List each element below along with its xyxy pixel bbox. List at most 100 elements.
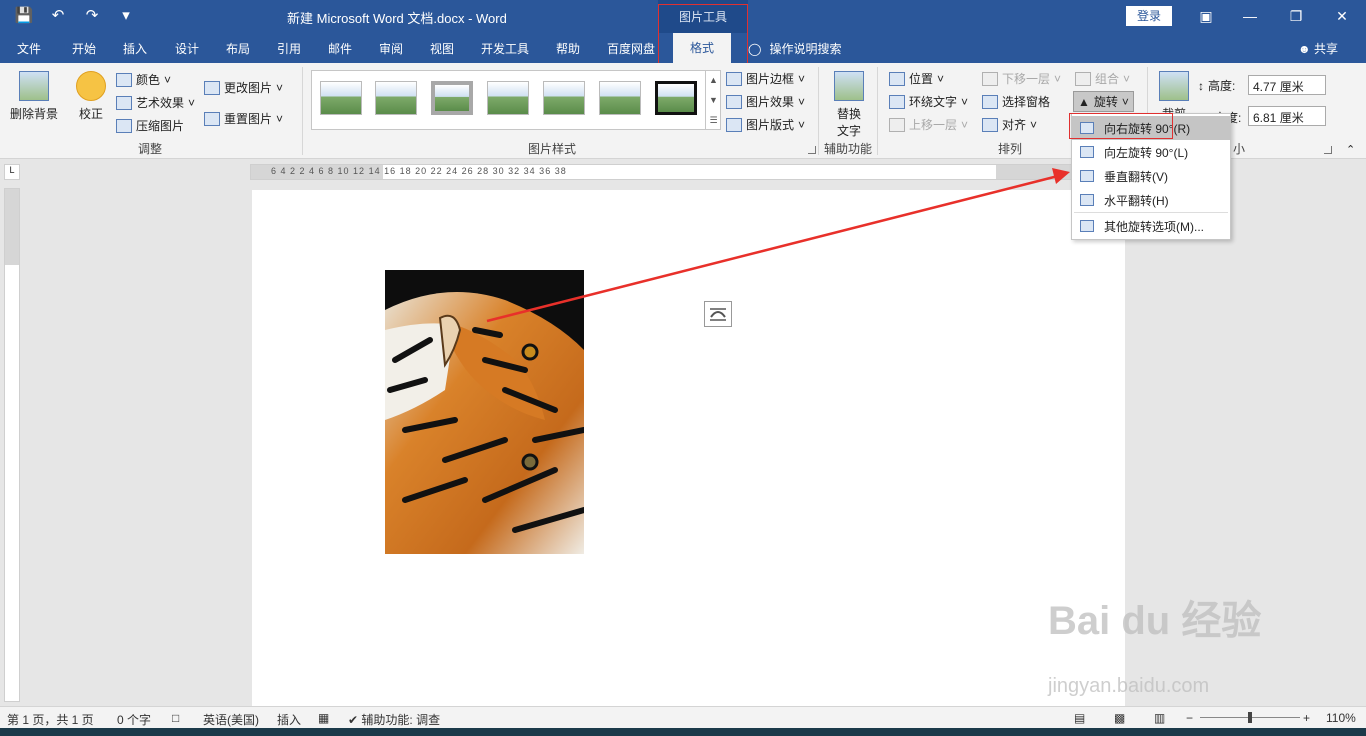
- picture-styles-launcher-icon[interactable]: [808, 146, 816, 154]
- zoom-out-icon[interactable]: −: [1186, 711, 1193, 725]
- tab-review[interactable]: 审阅: [379, 40, 403, 57]
- word-count[interactable]: 0 个字: [117, 711, 151, 728]
- more-rotation-options-item[interactable]: 其他旋转选项(M)...: [1072, 214, 1230, 238]
- share-button[interactable]: ☻ 共享: [1298, 40, 1338, 57]
- width-input[interactable]: 6.81 厘米: [1248, 106, 1326, 126]
- tab-baidu-netdisk[interactable]: 百度网盘: [607, 40, 655, 57]
- gallery-scroll[interactable]: ▲ ▼ ☰: [705, 70, 721, 130]
- document-page[interactable]: [252, 190, 1125, 706]
- group-objects-button[interactable]: 组合 ˅: [1075, 70, 1130, 87]
- print-layout-icon[interactable]: ▩: [1114, 711, 1125, 725]
- insert-mode[interactable]: 插入: [277, 711, 301, 728]
- accessibility-status-label: 辅助功能: 调查: [361, 713, 441, 727]
- customize-icon[interactable]: ▾: [116, 6, 136, 26]
- flip-horizontal-item[interactable]: 水平翻转(H): [1072, 188, 1230, 212]
- collapse-ribbon-icon[interactable]: ⌃: [1346, 143, 1355, 156]
- page-count[interactable]: 第 1 页，共 1 页: [7, 711, 94, 728]
- bring-forward-button[interactable]: 上移一层 ˅: [889, 116, 968, 133]
- rotate-left-90-item[interactable]: 向左旋转 90°(L): [1072, 140, 1230, 164]
- tiger-picture[interactable]: [385, 270, 584, 554]
- tab-file[interactable]: 文件: [17, 40, 41, 57]
- reset-picture-label: 重置图片: [224, 112, 273, 126]
- login-button[interactable]: 登录: [1126, 6, 1172, 26]
- zoom-in-icon[interactable]: +: [1303, 711, 1310, 725]
- tab-layout[interactable]: 布局: [226, 40, 250, 57]
- color-button[interactable]: 颜色 ˅: [116, 71, 171, 88]
- selection-pane-button[interactable]: 选择窗格: [982, 93, 1050, 110]
- close-icon[interactable]: ✕: [1332, 6, 1352, 26]
- tiger-illustration: [385, 270, 584, 554]
- picture-layout-button[interactable]: 图片版式 ˅: [726, 116, 805, 133]
- read-mode-icon[interactable]: ▤: [1074, 711, 1085, 725]
- tab-format[interactable]: 格式: [673, 33, 731, 64]
- alt-text-label-2: 文字: [836, 124, 861, 138]
- picture-style-2[interactable]: [375, 81, 417, 115]
- ribbon-display-icon[interactable]: ▣: [1196, 6, 1216, 26]
- vertical-ruler[interactable]: [4, 188, 20, 702]
- minimize-icon[interactable]: —: [1240, 6, 1260, 26]
- language-indicator[interactable]: 英语(美国): [203, 711, 259, 728]
- help-search[interactable]: ◯ 操作说明搜索: [748, 40, 841, 57]
- color-icon: [116, 72, 132, 87]
- picture-style-7[interactable]: [655, 81, 697, 115]
- width-value: 6.81 厘米: [1253, 111, 1304, 125]
- tab-developer[interactable]: 开发工具: [481, 40, 529, 57]
- flip-vertical-item[interactable]: 垂直翻转(V): [1072, 164, 1230, 188]
- picture-effects-icon: [726, 94, 742, 109]
- tab-design[interactable]: 设计: [175, 40, 199, 57]
- remove-background-icon: [19, 71, 49, 101]
- wrap-text-button[interactable]: 环绕文字 ˅: [889, 93, 968, 110]
- group-objects-icon: [1075, 71, 1091, 86]
- corrections-button[interactable]: 校正: [72, 71, 110, 122]
- picture-style-4[interactable]: [487, 81, 529, 115]
- tab-home[interactable]: 开始: [72, 40, 96, 57]
- height-input[interactable]: 4.77 厘米: [1248, 75, 1326, 95]
- zoom-slider-thumb[interactable]: [1248, 712, 1252, 723]
- save-icon[interactable]: 💾: [14, 6, 34, 26]
- tab-help[interactable]: 帮助: [556, 40, 580, 57]
- size-launcher-icon[interactable]: [1324, 146, 1332, 154]
- maximize-icon[interactable]: ❐: [1286, 6, 1306, 26]
- macro-icon[interactable]: ▦: [318, 711, 329, 725]
- tab-view[interactable]: 视图: [430, 40, 454, 57]
- alt-text-button[interactable]: 替换 文字: [832, 71, 866, 139]
- tab-references[interactable]: 引用: [277, 40, 301, 57]
- picture-style-5[interactable]: [543, 81, 585, 115]
- redo-icon[interactable]: ↷: [82, 6, 102, 26]
- rotate-button[interactable]: ▲ 旋转 ˅: [1073, 91, 1134, 112]
- rotate-icon: ▲: [1078, 94, 1090, 109]
- gallery-down-icon[interactable]: ▼: [706, 90, 721, 110]
- tab-insert[interactable]: 插入: [123, 40, 147, 57]
- align-button[interactable]: 对齐 ˅: [982, 116, 1037, 133]
- height-icon: ↕: [1198, 78, 1204, 93]
- layout-options-icon[interactable]: [704, 301, 732, 327]
- undo-icon[interactable]: ↶: [48, 6, 68, 26]
- reset-picture-button[interactable]: 重置图片 ˅: [204, 110, 283, 127]
- picture-effects-button[interactable]: 图片效果 ˅: [726, 93, 805, 110]
- gallery-up-icon[interactable]: ▲: [706, 70, 721, 90]
- picture-style-3[interactable]: [431, 81, 473, 115]
- proofing-icon[interactable]: □: [172, 711, 179, 725]
- picture-effects-label: 图片效果: [746, 95, 795, 109]
- horizontal-ruler[interactable]: 6 4 2 2 4 6 8 10 12 14 16 18 20 22 24 26…: [250, 164, 1130, 180]
- picture-style-6[interactable]: [599, 81, 641, 115]
- compress-pictures-button[interactable]: 压缩图片: [116, 117, 184, 134]
- web-layout-icon[interactable]: ▥: [1154, 711, 1165, 725]
- send-backward-button[interactable]: 下移一层 ˅: [982, 70, 1061, 87]
- picture-border-button[interactable]: 图片边框 ˅: [726, 70, 805, 87]
- change-picture-button[interactable]: 更改图片 ˅: [204, 79, 283, 96]
- rotate-right-90-item[interactable]: 向右旋转 90°(R): [1072, 116, 1230, 140]
- group-objects-label: 组合: [1095, 72, 1120, 86]
- position-button[interactable]: 位置 ˅: [889, 70, 944, 87]
- more-rotation-icon: [1080, 220, 1094, 232]
- accessibility-status[interactable]: ✔ 辅助功能: 调查: [348, 711, 440, 728]
- gallery-more-icon[interactable]: ☰: [706, 110, 721, 130]
- tab-selector[interactable]: L: [4, 164, 20, 180]
- ruler-top-margin: [5, 189, 19, 265]
- zoom-level[interactable]: 110%: [1326, 711, 1356, 725]
- remove-background-button[interactable]: 删除背景: [8, 71, 60, 122]
- artistic-effects-button[interactable]: 艺术效果 ˅: [116, 94, 195, 111]
- picture-style-1[interactable]: [320, 81, 362, 115]
- tab-mailings[interactable]: 邮件: [328, 40, 352, 57]
- bring-forward-icon: [889, 117, 905, 132]
